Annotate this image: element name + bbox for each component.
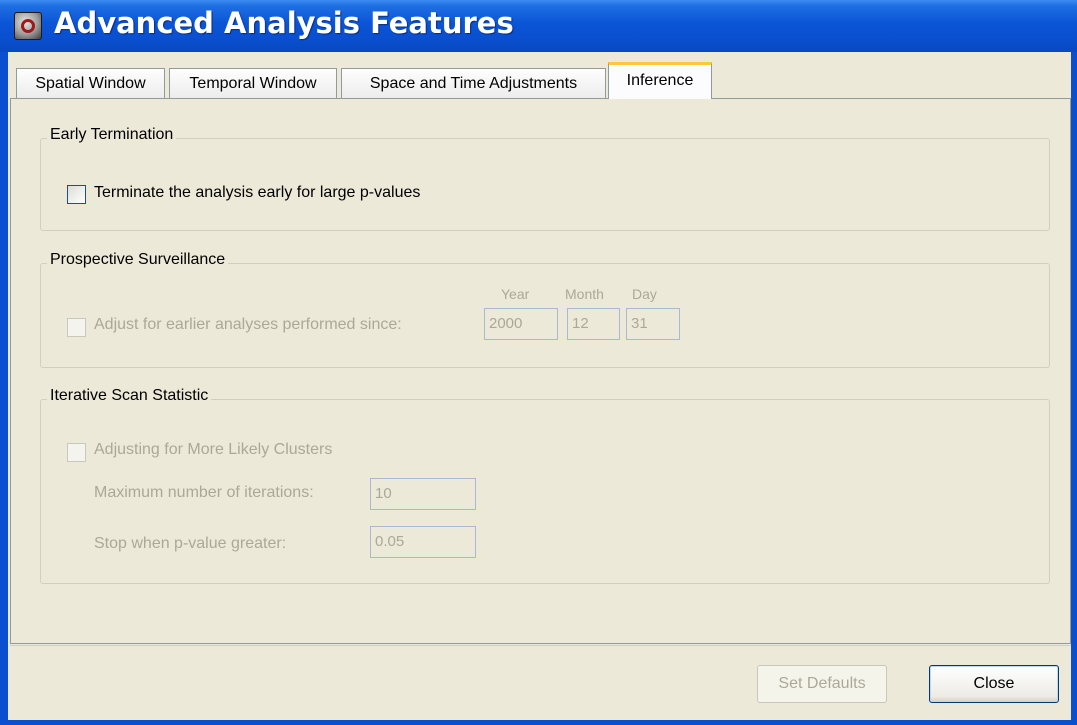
tab-inference[interactable]: Inference: [608, 62, 712, 99]
adjust-more-likely-clusters-checkbox[interactable]: [67, 443, 86, 462]
set-defaults-button[interactable]: Set Defaults: [757, 665, 887, 703]
tab-content-panel: Early Termination Terminate the analysis…: [10, 99, 1071, 644]
window-frame-right: [1071, 52, 1077, 725]
max-iterations-field[interactable]: 10: [370, 478, 476, 510]
window-frame-bottom: [0, 720, 1077, 725]
month-label: Month: [565, 286, 604, 302]
close-button[interactable]: Close: [929, 665, 1059, 703]
app-icon: [14, 12, 42, 40]
iterative-scan-statistic-legend: Iterative Scan Statistic: [47, 387, 212, 405]
adjust-earlier-analyses-checkbox[interactable]: [67, 318, 86, 337]
window-title: Advanced Analysis Features: [54, 6, 514, 40]
adjust-more-likely-clusters-label: Adjusting for More Likely Clusters: [94, 441, 333, 458]
prospective-surveillance-group: Prospective Surveillance Adjust for earl…: [40, 251, 1050, 368]
tab-spatial-window[interactable]: Spatial Window: [16, 68, 165, 98]
dialog-window: Advanced Analysis Features Spatial Windo…: [0, 0, 1077, 725]
day-label: Day: [632, 286, 657, 302]
window-frame-left: [0, 52, 8, 725]
terminate-early-checkbox[interactable]: [67, 185, 86, 204]
early-termination-legend: Early Termination: [47, 126, 177, 144]
stop-pvalue-field[interactable]: 0.05: [370, 526, 476, 558]
adjust-earlier-analyses-label: Adjust for earlier analyses performed si…: [94, 316, 402, 333]
day-field[interactable]: 31: [626, 308, 680, 340]
month-field[interactable]: 12: [567, 308, 620, 340]
tab-space-and-time-adjustments[interactable]: Space and Time Adjustments: [341, 68, 606, 98]
title-bar[interactable]: Advanced Analysis Features: [0, 0, 1077, 52]
year-field[interactable]: 2000: [484, 308, 558, 340]
button-bar-divider: [10, 645, 1071, 646]
prospective-surveillance-legend: Prospective Surveillance: [47, 251, 229, 269]
year-label: Year: [501, 286, 530, 302]
stop-pvalue-label: Stop when p-value greater:: [94, 535, 287, 552]
tab-temporal-window[interactable]: Temporal Window: [169, 68, 337, 98]
terminate-early-label[interactable]: Terminate the analysis early for large p…: [94, 184, 420, 202]
early-termination-group: Early Termination Terminate the analysis…: [40, 126, 1050, 231]
max-iterations-label: Maximum number of iterations:: [94, 484, 314, 501]
iterative-scan-statistic-group: Iterative Scan Statistic Adjusting for M…: [40, 387, 1050, 584]
